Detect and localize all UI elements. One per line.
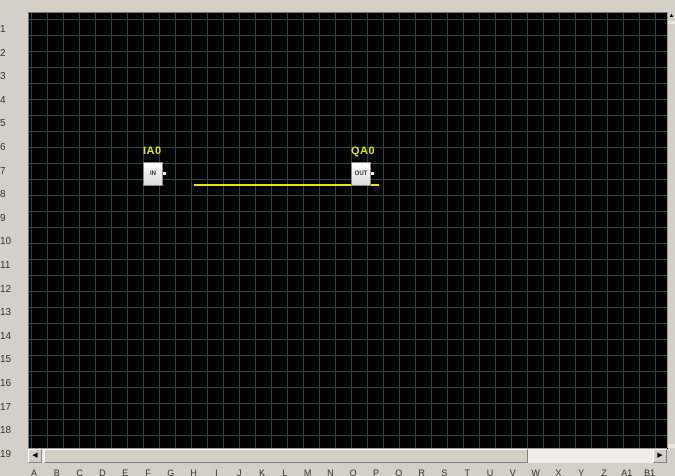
output-block-label: OUT [354,171,368,177]
row-label: 3 [0,71,6,83]
row-label: 12 [0,283,12,295]
row-label: 14 [0,330,12,342]
row-label: 8 [0,189,6,201]
row-label: 1 [0,24,6,35]
output-block-title: QA0 [351,145,376,157]
row-label: 18 [0,425,12,437]
row-label: 16 [0,378,12,389]
column-label: N [327,468,334,476]
column-label: G [167,468,175,476]
column-label: A [30,468,37,476]
input-block[interactable]: IN [143,162,163,186]
column-label: Q [395,468,403,476]
column-label: U [486,468,494,476]
row-label: 19 [0,448,12,460]
column-label: S [441,468,448,476]
column-label: T [464,468,470,476]
column-ruler: A B C D E F G H I J K L M N O P Q R S T U V W X Y Z A1 B1 [28,463,675,476]
row-label: 9 [0,212,6,224]
ladder-editor-window: 1 2 3 4 5 6 7 8 9 10 11 12 13 14 15 16 17 18 19 IA0 IN QA0… [0,0,675,476]
horizontal-scrollbar[interactable]: ◀ ▶ [28,448,667,463]
row-label: 4 [0,94,6,106]
arrow-up-icon[interactable]: ▲ [668,12,675,21]
output-block-pin[interactable] [371,172,374,175]
row-label: 13 [0,307,12,319]
row-label: 5 [0,118,6,130]
arrow-left-icon[interactable]: ◀ [28,449,42,463]
row-label: 17 [0,401,12,413]
column-label: C [76,468,83,476]
column-label: V [509,468,516,476]
diagram-canvas[interactable]: IA0 IN QA0 OUT [28,12,668,449]
row-label: 10 [0,236,12,248]
column-label: B1 [644,468,656,476]
column-label: Y [578,468,585,476]
vertical-scrollbar[interactable]: ▲ [667,12,675,448]
column-label: M [303,468,312,476]
output-block[interactable]: OUT [351,162,371,186]
column-label: W [531,468,540,476]
row-label: 11 [0,260,11,271]
column-label: K [258,468,265,476]
row-label: 7 [0,165,6,177]
column-label: Z [601,468,607,476]
input-block-label: IN [150,171,156,177]
vertical-scroll-thumb[interactable] [668,24,675,444]
row-label: 6 [0,142,6,153]
column-label: A1 [621,468,633,476]
column-label: R [418,468,425,476]
input-block-title: IA0 [143,145,162,157]
column-label: O [349,468,357,476]
column-label: X [555,468,562,476]
arrow-right-icon[interactable]: ▶ [653,449,667,463]
column-label: P [372,468,379,476]
column-label: D [99,468,106,476]
row-label: 2 [0,47,6,59]
row-label: 15 [0,354,12,366]
column-label: F [145,468,151,476]
row-ruler: 1 2 3 4 5 6 7 8 9 10 11 12 13 14 15 16 17 18 19 [0,14,28,460]
column-label: B [53,468,60,476]
column-label: I [215,468,218,476]
column-label: E [122,468,129,476]
column-label: H [190,468,197,476]
input-block-pin[interactable] [163,172,166,175]
horizontal-scroll-thumb[interactable] [44,449,528,463]
column-label: J [236,468,242,476]
column-label: L [282,468,288,476]
